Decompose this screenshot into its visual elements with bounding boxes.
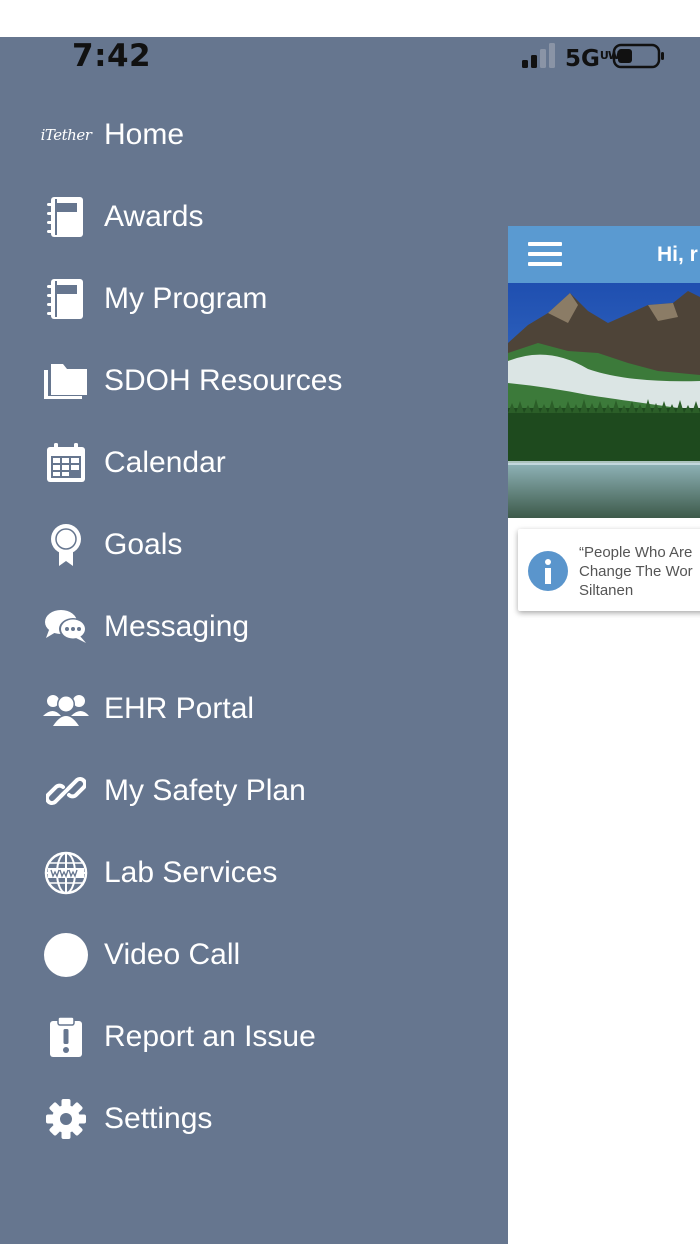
menu-item-report-an-issue[interactable]: Report an Issue — [0, 1007, 508, 1067]
gear-icon — [43, 1096, 89, 1142]
chat-bubbles-icon — [43, 604, 89, 650]
notebook-icon — [43, 276, 89, 322]
menu-item-lab-services[interactable]: Lab Services — [0, 843, 508, 903]
network-indicator: 5GUW — [565, 37, 620, 75]
menu-item-my-safety-plan[interactable]: My Safety Plan — [0, 761, 508, 821]
menu-item-label: Video Call — [104, 938, 241, 971]
menu-item-label: Lab Services — [104, 856, 278, 889]
menu-item-label: My Program — [104, 282, 268, 315]
menu-item-ehr-portal[interactable]: EHR Portal — [0, 679, 508, 739]
link-icon — [43, 768, 89, 814]
menu-item-label: EHR Portal — [104, 692, 255, 725]
info-icon — [528, 551, 568, 591]
menu-item-label: My Safety Plan — [104, 774, 306, 807]
menu-item-label: Home — [104, 118, 185, 151]
notebook-icon — [43, 194, 89, 240]
menu-item-label: Settings — [104, 1102, 213, 1135]
menu-item-settings[interactable]: Settings — [0, 1089, 508, 1149]
network-type: 5G — [565, 46, 600, 72]
menu-item-label: Awards — [104, 200, 204, 233]
users-group-icon — [43, 686, 89, 732]
menu-item-label: SDOH Resources — [104, 364, 343, 397]
circle-icon — [43, 932, 89, 978]
menu-item-label: Goals — [104, 528, 183, 561]
phone-screen: 7:42 5GUW iTether Home Awards My Program… — [0, 37, 700, 1244]
app-header: Hi, r — [508, 226, 700, 283]
hero-image — [508, 283, 700, 518]
main-app-panel: Hi, r “People Who Are Change The Wor Sil… — [508, 226, 700, 1244]
globe-www-icon — [43, 850, 89, 896]
clipboard-exclamation-icon — [43, 1014, 89, 1060]
navigation-drawer: iTether Home Awards My Program SDOH Reso… — [0, 37, 508, 1244]
hamburger-menu-icon[interactable] — [528, 242, 562, 268]
menu-item-label: Report an Issue — [104, 1020, 316, 1053]
quote-text: “People Who Are Change The Wor Siltanen — [579, 544, 693, 599]
menu-item-video-call[interactable]: Video Call — [0, 925, 508, 985]
itether-logo: iTether — [40, 112, 92, 158]
menu-item-calendar[interactable]: Calendar — [0, 433, 508, 493]
calendar-icon — [43, 440, 89, 486]
menu-item-goals[interactable]: Goals — [0, 515, 508, 575]
quote-card[interactable]: “People Who Are Change The Wor Siltanen — [518, 529, 700, 611]
folders-icon — [43, 358, 89, 404]
menu-item-awards[interactable]: Awards — [0, 187, 508, 247]
greeting-text: Hi, r — [657, 243, 698, 266]
top-margin — [0, 0, 700, 37]
menu-item-label: Calendar — [104, 446, 226, 479]
ribbon-award-icon — [43, 522, 89, 568]
menu-item-label: Messaging — [104, 610, 250, 643]
menu-item-my-program[interactable]: My Program — [0, 269, 508, 329]
menu-item-messaging[interactable]: Messaging — [0, 597, 508, 657]
battery-icon — [612, 43, 664, 69]
cellular-signal-icon — [522, 43, 555, 68]
menu-item-home[interactable]: iTether Home — [0, 105, 508, 165]
menu-item-sdoh-resources[interactable]: SDOH Resources — [0, 351, 508, 411]
brand-logo-text: iTether — [40, 126, 92, 144]
